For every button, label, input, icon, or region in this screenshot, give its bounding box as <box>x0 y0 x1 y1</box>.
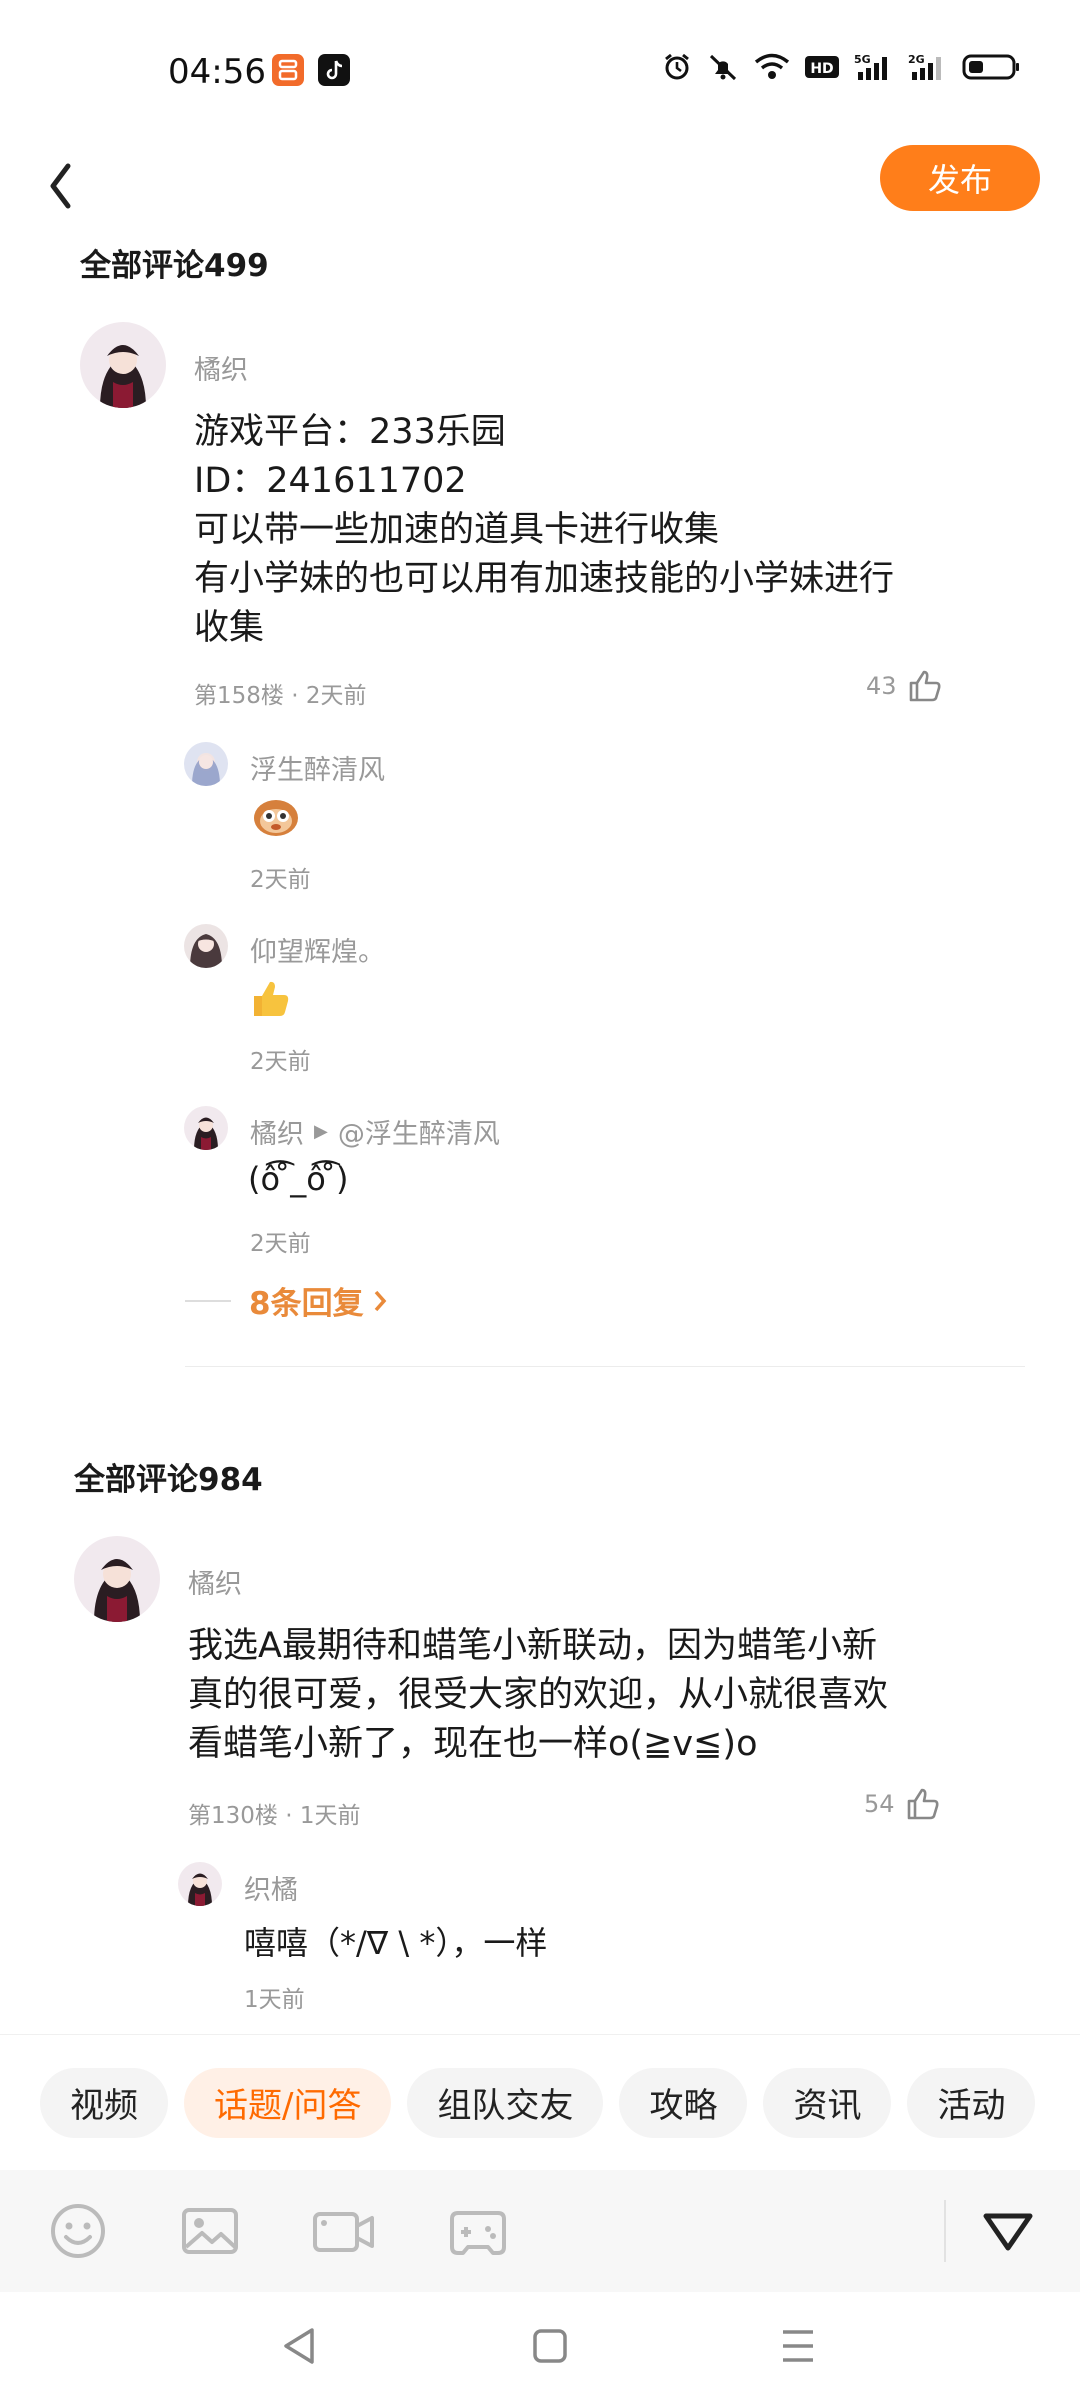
signal-5g-icon: 5G <box>854 53 887 80</box>
reply-username[interactable]: 仰望辉煌。 <box>250 930 385 969</box>
collapse-triangle-icon <box>983 2213 1033 2251</box>
comment-line: ID：241611702 <box>194 461 467 501</box>
comment-line: 看蜡笔小新了，现在也一样o(≧v≦)o <box>188 1724 758 1764</box>
more-replies-label: 8条回复 <box>249 1286 364 1322</box>
svg-text:5G: 5G <box>854 53 871 66</box>
tab-team-friends[interactable]: 组队交友 <box>407 2067 604 2138</box>
svg-text:2G: 2G <box>908 53 925 66</box>
image-button[interactable] <box>180 2201 240 2265</box>
reply-time: 2天前 <box>250 867 311 893</box>
comment-line: 收集 <box>194 608 265 648</box>
nav-menu-button[interactable] <box>778 2322 818 2374</box>
reply-time: 2天前 <box>250 1049 311 1075</box>
comment-line: 游戏平台：233乐园 <box>194 412 506 452</box>
reply-username[interactable]: 浮生醉清风 <box>250 748 385 787</box>
video-icon <box>313 2212 374 2252</box>
like-count: 43 <box>866 672 897 700</box>
top-bar: 发布 <box>0 140 1080 220</box>
nav-home-icon <box>533 2329 567 2363</box>
gamepad-icon <box>450 2211 506 2255</box>
nav-back-button[interactable] <box>278 2322 320 2374</box>
like-icon <box>909 670 941 702</box>
hd-icon: HD <box>805 56 839 78</box>
section-title: 全部评论984 <box>74 1462 263 1498</box>
comment-text: 我选A最期待和蜡笔小新联动，因为蜡笔小新 真的很可爱，很受大家的欢迎，从小就很喜… <box>188 1622 948 1769</box>
chevron-right-icon <box>374 1290 386 1311</box>
category-tabs: 视频 话题/问答 组队交友 攻略 资讯 活动 <box>0 2034 1080 2170</box>
reply-username[interactable]: 织橘 <box>244 1868 298 1907</box>
game-button[interactable] <box>448 2201 508 2265</box>
tab-topic-qa[interactable]: 话题/问答 <box>184 2067 392 2138</box>
comment-line: 可以带一些加速的道具卡进行收集 <box>194 510 720 550</box>
reply-avatar[interactable] <box>184 742 228 786</box>
app-notification-icon <box>272 54 304 86</box>
thumbs-up-emoji-icon <box>250 976 292 1024</box>
comment-text: 游戏平台：233乐园 ID：241611702 可以带一些加速的道具卡进行收集 … <box>194 408 954 653</box>
reply-avatar[interactable] <box>184 1106 228 1150</box>
comment-line: 我选A最期待和蜡笔小新联动，因为蜡笔小新 <box>188 1626 877 1666</box>
comment-username[interactable]: 橘织 <box>188 1562 242 1601</box>
reply-text: 嘻嘻（*/∇ \ *），一样 <box>244 1924 548 1962</box>
emoji-icon <box>51 2204 105 2258</box>
reply-time: 1天前 <box>244 1987 305 2013</box>
tab-video[interactable]: 视频 <box>40 2067 168 2138</box>
back-button[interactable] <box>40 150 80 210</box>
reply-target[interactable]: @浮生醉清风 <box>338 1112 500 1151</box>
like-button[interactable]: 43 <box>866 668 943 704</box>
avatar[interactable] <box>80 322 166 408</box>
back-arrow-icon <box>50 163 71 209</box>
more-replies-button[interactable]: 8条回复 <box>185 1278 388 1323</box>
video-button[interactable] <box>312 2201 376 2265</box>
reply-username[interactable]: 橘织 ▶ @浮生醉清风 <box>250 1112 500 1151</box>
reply-avatar[interactable] <box>184 924 228 968</box>
nav-home-button[interactable] <box>530 2322 570 2374</box>
comment-meta: 第130楼 · 1天前 <box>188 1803 361 1829</box>
system-nav-bar <box>0 2292 1080 2400</box>
like-button[interactable]: 54 <box>864 1786 941 1822</box>
toolbar-divider <box>944 2200 946 2262</box>
nav-back-icon <box>284 2328 314 2364</box>
svg-text:HD: HD <box>810 61 833 77</box>
tab-news[interactable]: 资讯 <box>763 2067 892 2138</box>
wifi-icon <box>754 53 790 79</box>
alarm-icon <box>665 53 689 80</box>
avatar[interactable] <box>74 1536 160 1622</box>
like-count: 54 <box>864 1790 895 1818</box>
like-icon <box>907 1788 939 1820</box>
emoji-button[interactable] <box>48 2201 108 2265</box>
mute-icon <box>709 54 737 81</box>
nav-menu-icon <box>783 2330 813 2362</box>
reply-arrow-icon: ▶ <box>314 1121 328 1142</box>
publish-button[interactable]: 发布 <box>880 145 1040 211</box>
reply-avatar[interactable] <box>178 1862 222 1906</box>
divider <box>185 1366 1025 1367</box>
monkey-emoji-icon <box>250 794 302 842</box>
collapse-button[interactable] <box>980 2208 1036 2258</box>
signal-2g-icon: 2G <box>908 53 941 80</box>
comment-username[interactable]: 橘织 <box>194 348 248 387</box>
reply-text: (ô͡ ̊_ô͡ ̊) <box>248 1160 349 1198</box>
input-toolbar <box>0 2170 1080 2292</box>
more-replies-line <box>185 1299 231 1302</box>
battery-icon <box>962 54 1019 80</box>
image-icon <box>182 2208 238 2254</box>
tab-guide[interactable]: 攻略 <box>619 2067 748 2138</box>
status-time: 04:56 <box>168 52 266 92</box>
comment-meta: 第158楼 · 2天前 <box>194 683 367 709</box>
comment-line: 有小学妹的也可以用有加速技能的小学妹进行 <box>194 559 895 599</box>
section-title: 全部评论499 <box>80 248 269 284</box>
reply-time: 2天前 <box>250 1231 311 1257</box>
comment-line: 真的很可爱，很受大家的欢迎，从小就很喜欢 <box>188 1675 889 1715</box>
tiktok-icon <box>318 54 350 86</box>
tab-events[interactable]: 活动 <box>907 2067 1036 2138</box>
status-bar: 04:56 HD 5G 2G <box>0 0 1080 140</box>
